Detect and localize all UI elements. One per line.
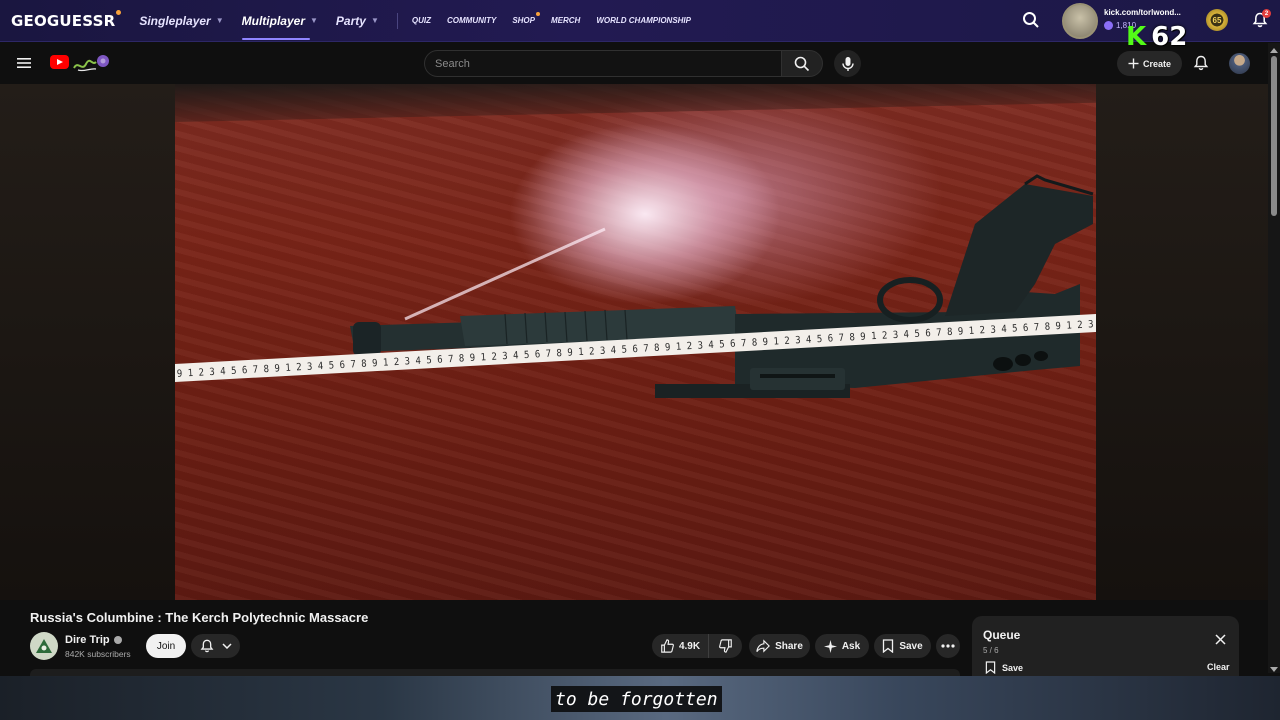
coin-icon <box>1104 21 1113 30</box>
notifications-bell-icon[interactable] <box>1193 55 1209 71</box>
nav-party[interactable]: Party ▼ <box>336 0 379 42</box>
channel-avatar[interactable] <box>30 632 58 660</box>
account-avatar[interactable] <box>1229 53 1250 74</box>
save-label: Save <box>899 640 923 652</box>
like-button[interactable]: 4.9K <box>652 634 708 658</box>
search-input[interactable] <box>425 51 781 76</box>
bell-icon <box>200 639 213 653</box>
like-count: 4.9K <box>678 640 701 652</box>
geoguessr-header: GEOGUESSR Singleplayer ▼ Multiplayer ▼ Par… <box>0 0 1280 42</box>
ask-label: Ask <box>841 640 861 652</box>
share-icon <box>756 639 771 653</box>
youtube-doodle-icon[interactable] <box>72 52 112 74</box>
sparkle-icon <box>823 639 837 653</box>
search-bar <box>424 50 782 77</box>
video-frame: 9 1 2 3 4 5 6 7 8 9 1 2 3 4 5 6 7 8 9 1 … <box>175 84 1096 600</box>
nav-divider <box>396 12 398 29</box>
link-shop[interactable]: SHOP <box>512 12 540 25</box>
queue-save-button[interactable]: Save <box>985 661 1023 674</box>
geoguessr-logo[interactable]: GEOGUESSR <box>11 9 122 30</box>
share-button[interactable]: Share <box>749 634 810 658</box>
subscriber-count: 842K subscribers <box>65 649 131 659</box>
channel-name-text: Dire Trip <box>65 634 110 646</box>
ask-button[interactable]: Ask <box>815 634 869 658</box>
chevron-down-icon: ▼ <box>310 16 318 25</box>
search-icon <box>794 56 810 71</box>
shotgun-image: 9 1 2 3 4 5 6 7 8 9 1 2 3 4 5 6 7 8 9 1 … <box>175 174 1096 398</box>
search-button[interactable] <box>781 50 823 77</box>
share-label: Share <box>775 640 803 652</box>
dislike-button[interactable] <box>708 634 742 658</box>
verified-icon <box>113 636 122 644</box>
avatar[interactable] <box>1062 3 1098 39</box>
link-quiz[interactable]: QUIZ <box>412 16 431 25</box>
video-player[interactable]: 9 1 2 3 4 5 6 7 8 9 1 2 3 4 5 6 7 8 9 1 … <box>0 84 1268 600</box>
geoguessr-logo-text: GEOGUESSR <box>11 11 116 30</box>
link-world-championship[interactable]: WORLD CHAMPIONSHIP <box>596 16 691 25</box>
kick-viewer-overlay: K 62 <box>1126 24 1187 50</box>
menu-icon[interactable] <box>16 55 32 71</box>
scroll-down-arrow-icon[interactable] <box>1270 667 1278 672</box>
plus-icon <box>1128 58 1139 69</box>
create-button[interactable]: Create <box>1117 51 1182 76</box>
username[interactable]: kick.com/torlwond... <box>1104 8 1181 17</box>
queue-save-label: Save <box>1002 662 1024 673</box>
chevron-down-icon: ▼ <box>215 16 224 25</box>
voice-search-button[interactable] <box>834 50 861 77</box>
subscription-bell-button[interactable] <box>191 634 240 658</box>
join-button[interactable]: Join <box>146 634 186 658</box>
link-community[interactable]: COMMUNITY <box>447 16 496 25</box>
thumbs-down-icon <box>718 639 732 653</box>
video-title: Russia's Columbine : The Kerch Polytechn… <box>30 610 369 625</box>
player-letterbox-right <box>1096 84 1268 600</box>
link-shop-label: SHOP <box>512 16 535 25</box>
youtube-logo-icon[interactable] <box>50 55 69 69</box>
nav-party-label: Party <box>335 13 366 28</box>
scrollbar-thumb[interactable] <box>1271 56 1277 216</box>
kick-logo-icon: K <box>1126 22 1147 52</box>
more-actions-button[interactable] <box>936 634 960 658</box>
create-label: Create <box>1142 58 1171 69</box>
queue-clear-button[interactable]: Clear <box>1207 662 1230 672</box>
logo-dot <box>116 9 122 15</box>
player-letterbox-left <box>0 84 175 600</box>
channel-logo-icon <box>36 639 52 653</box>
nav-singleplayer-label: Singleplayer <box>139 13 211 28</box>
youtube-header: Create <box>0 43 1280 84</box>
channel-name[interactable]: Dire Trip <box>65 634 122 646</box>
thumbs-up-icon <box>661 639 674 653</box>
nav-singleplayer[interactable]: Singleplayer ▼ <box>139 0 223 42</box>
geoguessr-nav: Singleplayer ▼ Multiplayer ▼ Party ▼ QUIZ C… <box>139 0 707 42</box>
caption-text: to be forgotten <box>551 686 722 712</box>
level-badge: 65 <box>1206 9 1228 31</box>
kick-viewer-count: 62 <box>1151 22 1188 52</box>
nav-multiplayer-label: Multiplayer <box>241 13 305 28</box>
queue-panel: Queue 5 / 6 Save Clear <box>972 616 1239 676</box>
more-horizontal-icon <box>941 644 955 648</box>
notification-count: 2 <box>1262 9 1271 18</box>
link-merch[interactable]: MERCH <box>551 16 580 25</box>
queue-position: 5 / 6 <box>983 646 999 655</box>
shop-new-dot <box>535 12 540 16</box>
bookmark-icon <box>883 639 894 653</box>
save-button[interactable]: Save <box>874 634 931 658</box>
close-icon[interactable] <box>1215 634 1226 645</box>
nav-multiplayer[interactable]: Multiplayer ▼ <box>241 0 318 42</box>
bookmark-icon <box>985 661 996 674</box>
queue-title: Queue <box>983 628 1021 642</box>
chevron-down-icon <box>221 643 232 649</box>
scroll-up-arrow-icon[interactable] <box>1270 48 1278 53</box>
chevron-down-icon: ▼ <box>370 16 379 25</box>
search-icon[interactable] <box>1022 11 1040 29</box>
microphone-icon <box>841 56 854 71</box>
